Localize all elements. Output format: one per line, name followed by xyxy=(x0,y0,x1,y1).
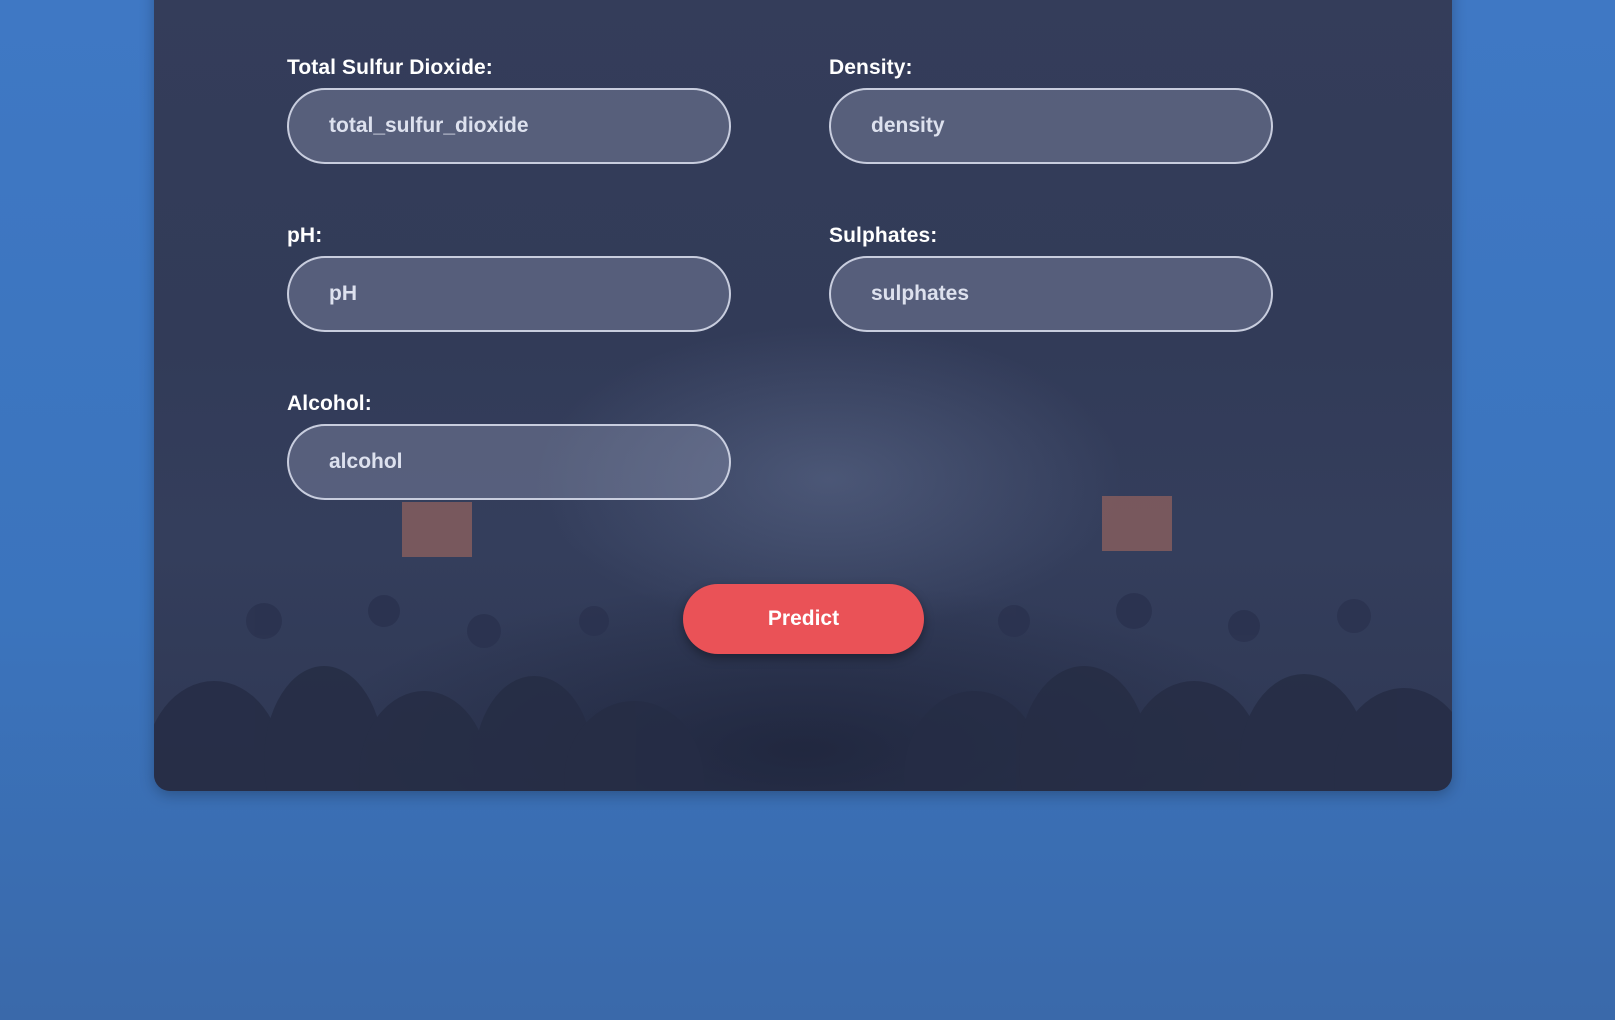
form-card: Total Sulfur Dioxide: Density: pH: Sulph… xyxy=(154,0,1452,791)
sulphates-field: Sulphates: xyxy=(829,224,1273,332)
crowd-flag-right xyxy=(1102,496,1172,551)
alcohol-label: Alcohol: xyxy=(287,392,372,415)
total-sulfur-dioxide-field: Total Sulfur Dioxide: xyxy=(287,56,731,164)
ph-field: pH: xyxy=(287,224,731,332)
density-field: Density: xyxy=(829,56,1273,164)
sulphates-input[interactable] xyxy=(829,256,1273,332)
density-input[interactable] xyxy=(829,88,1273,164)
alcohol-input[interactable] xyxy=(287,424,731,500)
ph-input[interactable] xyxy=(287,256,731,332)
ph-label: pH: xyxy=(287,224,323,247)
alcohol-field: Alcohol: xyxy=(287,392,731,500)
sulphates-label: Sulphates: xyxy=(829,224,938,247)
density-label: Density: xyxy=(829,56,913,79)
crowd-flag-left xyxy=(402,502,472,557)
predict-button[interactable]: Predict xyxy=(683,584,924,654)
total-sulfur-dioxide-label: Total Sulfur Dioxide: xyxy=(287,56,493,79)
total-sulfur-dioxide-input[interactable] xyxy=(287,88,731,164)
